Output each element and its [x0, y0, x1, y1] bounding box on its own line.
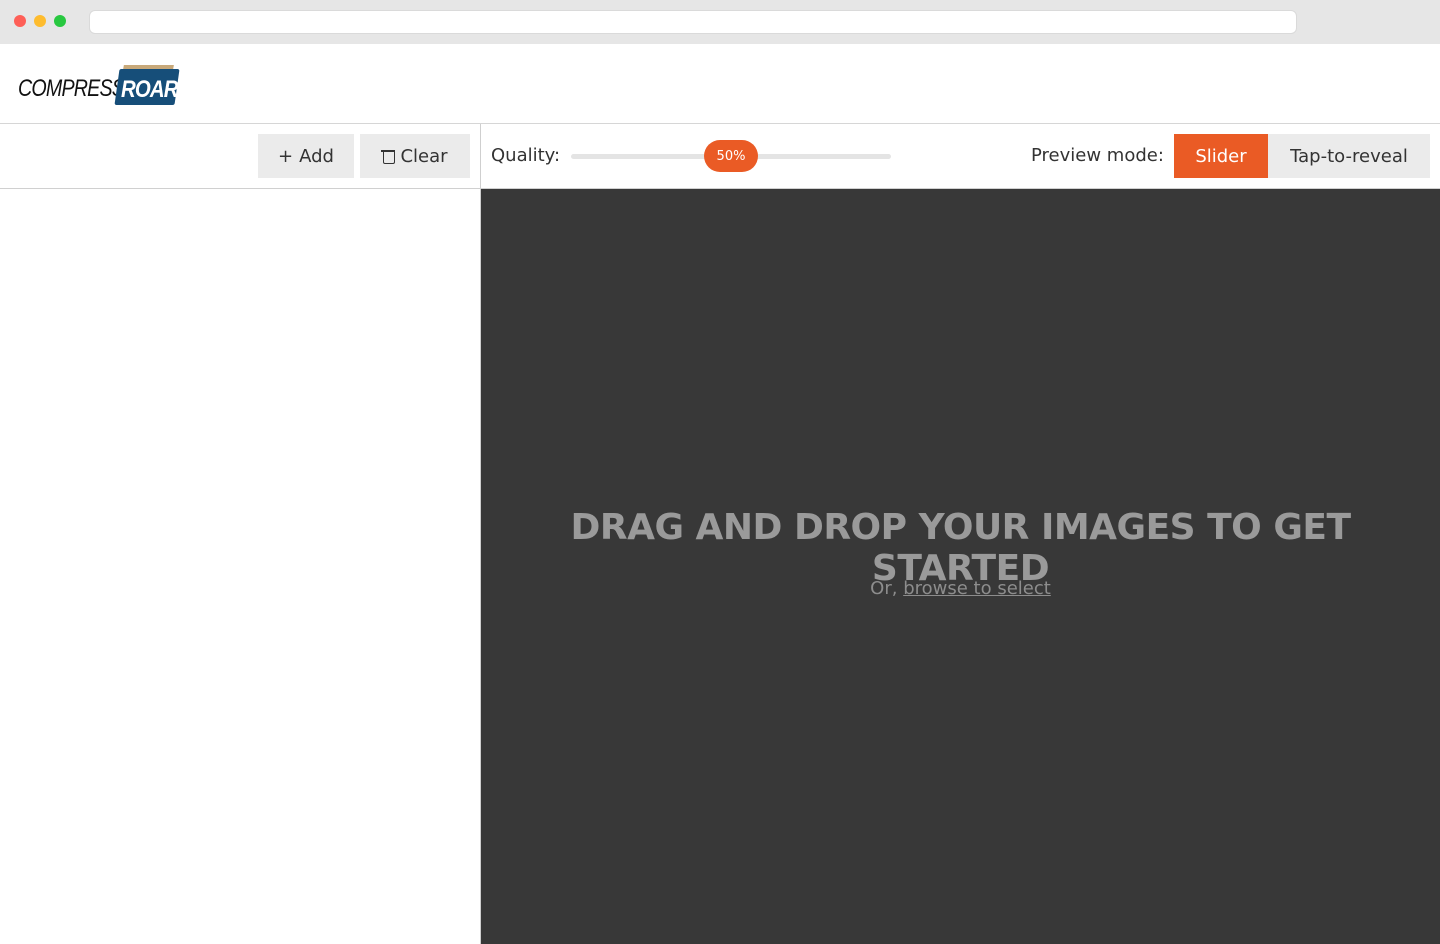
address-bar[interactable] — [89, 10, 1297, 34]
image-list-toolbar: + Add Clear — [0, 124, 480, 189]
drop-zone-subtitle: Or, browse to select — [481, 578, 1440, 599]
quality-label: Quality: — [491, 145, 561, 166]
drop-zone-title: DRAG AND DROP YOUR IMAGES TO GET STARTED — [570, 507, 1351, 589]
preview-mode-slider-button[interactable]: Slider — [1174, 134, 1268, 178]
browse-to-select-link[interactable]: browse to select — [903, 578, 1051, 599]
logo-compress-text: COMPRESS — [18, 75, 125, 102]
maximize-window-button[interactable] — [54, 15, 66, 27]
add-button-label: Add — [299, 145, 334, 167]
preview-mode-tap-to-reveal-button[interactable]: Tap-to-reveal — [1268, 134, 1430, 178]
main-toolbar: Quality: 50% Preview mode: Slider Tap-to… — [481, 124, 1440, 189]
add-button[interactable]: + Add — [258, 134, 354, 178]
trash-icon — [381, 149, 396, 164]
image-list-panel: + Add Clear — [0, 124, 481, 944]
compressroar-logo[interactable]: COMPRESS ROAR — [18, 60, 188, 108]
quality-slider-thumb[interactable]: 50% — [704, 140, 758, 172]
plus-icon: + — [278, 145, 294, 167]
clear-button-label: Clear — [400, 145, 448, 167]
clear-button[interactable]: Clear — [360, 134, 470, 178]
drop-zone-or-text: Or, — [870, 578, 904, 599]
logo-roar-badge: ROAR — [114, 65, 180, 105]
browser-chrome — [0, 0, 1440, 44]
close-window-button[interactable] — [14, 15, 26, 27]
logo-roar-text: ROAR — [121, 76, 179, 103]
drop-zone[interactable]: DRAG AND DROP YOUR IMAGES TO GET STARTED… — [481, 189, 1440, 944]
minimize-window-button[interactable] — [34, 15, 46, 27]
app-header: COMPRESS ROAR — [0, 44, 1440, 124]
preview-mode-label: Preview mode: — [1031, 145, 1164, 166]
